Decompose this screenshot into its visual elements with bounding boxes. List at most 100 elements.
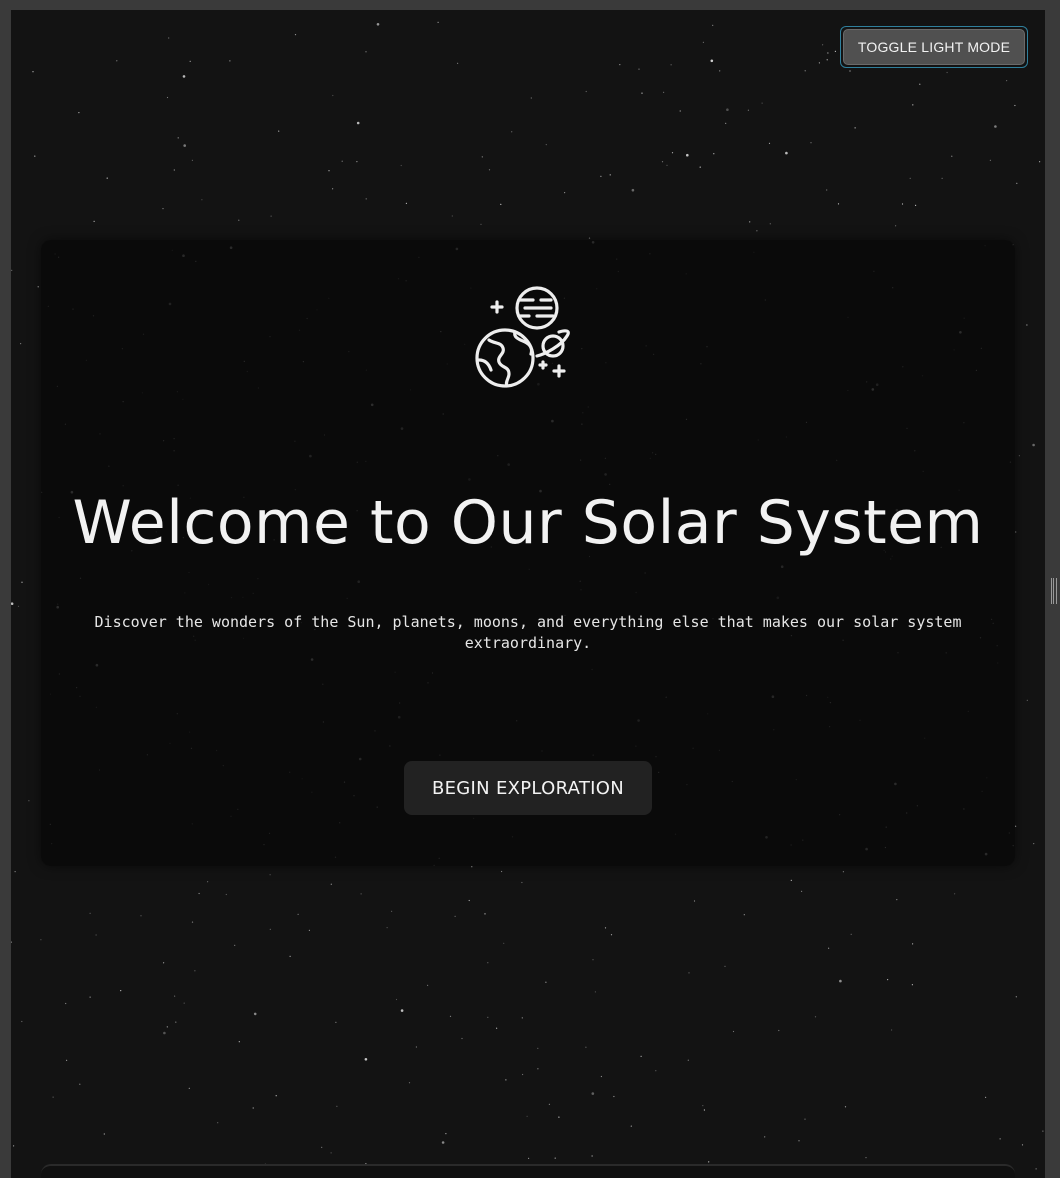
star-dot [619, 64, 621, 66]
star-dot [891, 1029, 893, 1031]
star-dot [591, 1155, 593, 1157]
star-dot [174, 995, 176, 997]
star-dot [600, 1075, 603, 1078]
star-dot [336, 1105, 338, 1107]
star-dot [163, 1031, 166, 1035]
star-dot [13, 1145, 15, 1147]
star-dot [941, 177, 943, 179]
star-dot [1015, 996, 1017, 998]
star-dot [360, 893, 362, 895]
scrollbar-grip[interactable] [1051, 578, 1057, 604]
star-dot [528, 1157, 530, 1159]
star-dot [708, 1161, 710, 1163]
star-dot [804, 1118, 806, 1120]
star-dot [332, 94, 334, 97]
star-dot [445, 1133, 447, 1135]
star-dot [769, 223, 771, 225]
star-dot [702, 1105, 704, 1107]
star-dot [1039, 161, 1041, 163]
star-dot [537, 1068, 539, 1070]
star-dot [638, 68, 640, 70]
star-dot [78, 112, 80, 114]
star-dot [702, 41, 705, 43]
star-dot [487, 962, 489, 964]
star-dot [191, 159, 193, 161]
star-dot [140, 915, 142, 917]
star-dot [395, 998, 398, 1001]
star-dot [103, 1133, 105, 1135]
star-dot [356, 121, 360, 125]
star-dot [52, 1096, 54, 1098]
star-dot [522, 1073, 524, 1076]
star-dot [768, 142, 771, 144]
star-dot [449, 1015, 452, 1017]
star-dot [269, 928, 271, 930]
star-dot [946, 71, 948, 74]
star-dot [93, 220, 95, 222]
star-dot [724, 965, 726, 968]
star-dot [234, 944, 236, 947]
star-dot [37, 286, 39, 288]
star-dot [954, 893, 956, 895]
star-dot [32, 71, 34, 73]
star-dot [761, 102, 763, 104]
star-dot [238, 1041, 240, 1043]
star-dot [725, 122, 727, 124]
star-dot [163, 962, 165, 964]
star-dot [849, 70, 851, 72]
star-dot [655, 1070, 657, 1072]
star-dot [545, 981, 547, 983]
star-dot [468, 899, 470, 902]
star-dot [989, 159, 992, 161]
begin-exploration-button[interactable]: BEGIN EXPLORATION [404, 761, 652, 815]
star-dot [365, 198, 367, 200]
toggle-light-mode-button[interactable]: TOGGLE LIGHT MODE [843, 29, 1025, 65]
star-dot [839, 979, 842, 983]
star-dot [521, 1017, 523, 1019]
star-dot [188, 1087, 190, 1089]
star-dot [408, 1082, 411, 1084]
star-dot [400, 1009, 404, 1012]
star-dot [1014, 104, 1016, 107]
star-dot [896, 899, 898, 901]
star-dot [194, 970, 196, 972]
star-dot [289, 955, 291, 957]
star-dot [1026, 324, 1028, 326]
star-dot [895, 225, 897, 227]
star-dot [335, 1021, 337, 1024]
star-dot [609, 174, 611, 176]
star-dot [844, 1106, 847, 1108]
star-dot [14, 871, 16, 873]
star-dot [814, 1016, 817, 1018]
star-dot [471, 866, 473, 868]
star-dot [11, 269, 13, 271]
star-dot [1042, 1130, 1044, 1132]
star-dot [341, 160, 343, 162]
star-dot [225, 893, 227, 896]
star-dot [328, 170, 330, 172]
star-dot [764, 1136, 766, 1138]
star-dot [120, 990, 122, 992]
star-dot [391, 910, 393, 912]
star-dot [496, 1027, 498, 1029]
star-dot [610, 934, 613, 936]
star-dot [671, 152, 674, 154]
star-dot [719, 70, 721, 72]
star-dot [600, 175, 602, 177]
star-dot [294, 34, 297, 36]
star-dot [818, 62, 821, 64]
star-dot [201, 199, 203, 201]
star-dot [778, 1029, 780, 1032]
star-dot [400, 164, 402, 167]
star-dot [500, 203, 502, 205]
star-dot [710, 59, 714, 63]
star-dot [89, 912, 91, 914]
star-dot [405, 202, 407, 204]
star-dot [451, 215, 453, 217]
star-dot [834, 50, 837, 53]
star-dot [166, 1026, 168, 1028]
next-section-card [41, 1164, 1015, 1178]
star-dot [376, 23, 380, 26]
star-dot [865, 1157, 867, 1159]
star-dot [1016, 182, 1018, 184]
